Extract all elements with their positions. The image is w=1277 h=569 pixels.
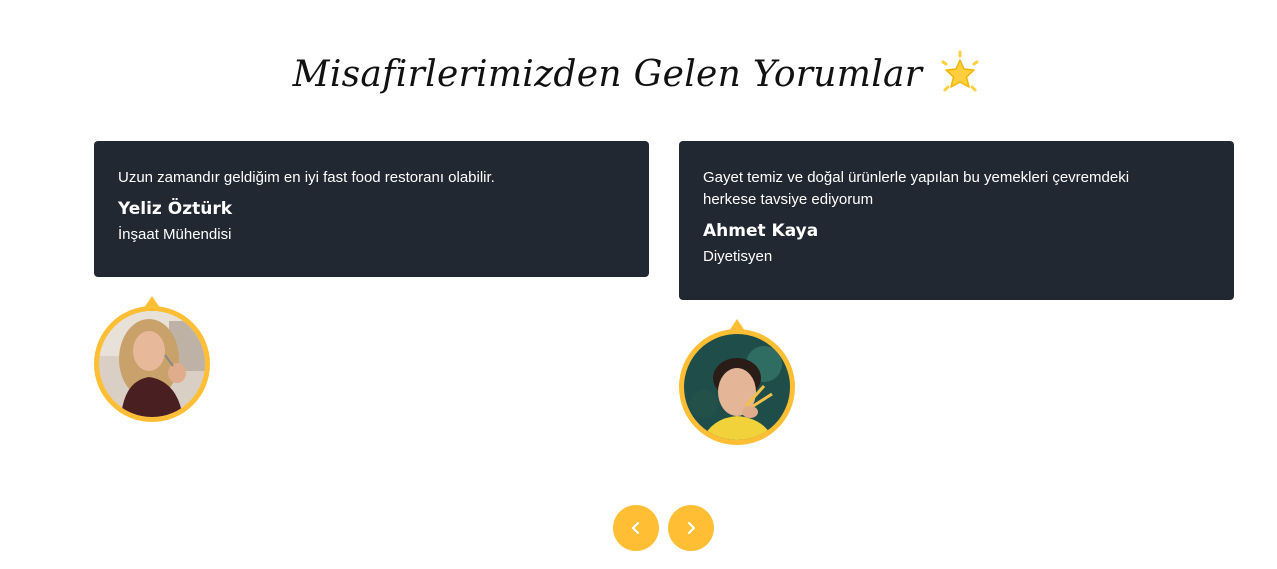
- testimonial-author-role: Diyetisyen: [703, 248, 773, 265]
- testimonial-avatar-wrapper: [94, 296, 210, 422]
- section-title: Misafirlerimizden Gelen Yorumlar: [292, 53, 923, 95]
- testimonial-card: Uzun zamandır geldiğim en iyi fast food …: [94, 141, 649, 277]
- section-heading: Misafirlerimizden Gelen Yorumlar: [0, 44, 1277, 104]
- avatar: [679, 329, 795, 445]
- testimonial-author-name: Ahmet Kaya: [703, 221, 819, 241]
- testimonial-avatar-wrapper: [679, 319, 795, 445]
- chevron-right-icon: [687, 521, 696, 535]
- star-sparkle-icon: [941, 50, 979, 92]
- testimonial-quote: Uzun zamandır geldiğim en iyi fast food …: [118, 169, 495, 186]
- man-eating-fries-photo: [684, 334, 790, 440]
- testimonial-card: Gayet temiz ve doğal ürünlerle yapılan b…: [679, 141, 1234, 300]
- testimonial-author-name: Yeliz Öztürk: [118, 199, 233, 219]
- woman-eating-photo: [99, 311, 205, 417]
- testimonial-author-role: İnşaat Mühendisi: [118, 226, 232, 243]
- testimonial-quote: Gayet temiz ve doğal ürünlerle yapılan b…: [703, 169, 1130, 208]
- carousel-prev-button[interactable]: [613, 505, 659, 551]
- chevron-left-icon: [631, 521, 640, 535]
- avatar: [94, 306, 210, 422]
- carousel-next-button[interactable]: [668, 505, 714, 551]
